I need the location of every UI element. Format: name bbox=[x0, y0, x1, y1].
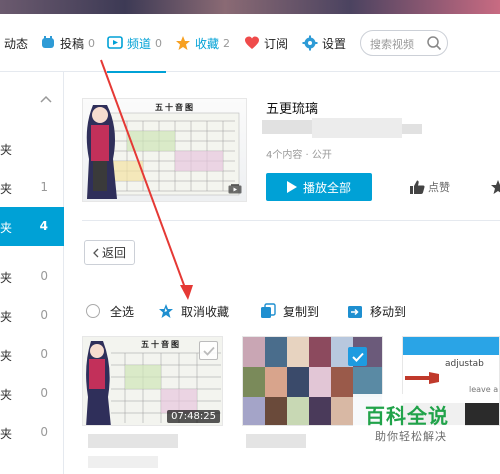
nav-dynamic[interactable]: 动态 bbox=[4, 14, 28, 72]
video-checkbox[interactable] bbox=[199, 341, 218, 360]
watermark: 百科全说 助你轻松解决 bbox=[353, 394, 465, 450]
redacted-area bbox=[312, 118, 402, 138]
star-icon bbox=[175, 35, 191, 51]
folder-item[interactable]: 夹 0 bbox=[0, 296, 64, 335]
channel-icon bbox=[107, 35, 123, 51]
video-checkbox-checked[interactable] bbox=[348, 347, 367, 366]
folder-item[interactable]: 夹 0 bbox=[0, 257, 64, 296]
folder-item-label: 夹 bbox=[0, 271, 13, 285]
nav-settings[interactable]: 设置 bbox=[302, 14, 346, 72]
folder-cover-title: 五十音图 bbox=[155, 103, 195, 112]
folder-item-selected[interactable]: 夹 4 bbox=[0, 207, 64, 246]
folder-item-count: 0 bbox=[40, 347, 48, 361]
redacted-area bbox=[88, 434, 178, 448]
folder-cover-art bbox=[86, 105, 240, 199]
play-icon bbox=[286, 181, 297, 193]
folder-item[interactable]: 夹 0 bbox=[0, 335, 64, 374]
select-all-option[interactable]: 全选 bbox=[86, 300, 134, 322]
folder-item-label: 夹 bbox=[0, 349, 13, 363]
folder-item-label: 夹 bbox=[0, 310, 13, 324]
heart-icon bbox=[244, 35, 260, 51]
select-all-label: 全选 bbox=[110, 304, 135, 319]
like-button[interactable]: 点赞 bbox=[410, 179, 450, 195]
redacted-area bbox=[402, 124, 422, 134]
nav-submissions-count: 0 bbox=[88, 36, 96, 50]
nav-favorites[interactable]: 收藏 2 bbox=[175, 14, 230, 72]
back-label: 返回 bbox=[101, 246, 126, 260]
folder-item-count: 1 bbox=[40, 180, 48, 194]
folder-item-label: 夹 bbox=[0, 427, 13, 441]
select-all-radio[interactable] bbox=[86, 304, 100, 318]
folder-title: 五更琉璃 bbox=[266, 102, 319, 117]
redacted-area bbox=[246, 434, 306, 448]
folder-item-count: 0 bbox=[40, 386, 48, 400]
back-button[interactable]: 返回 bbox=[84, 240, 135, 265]
folder-item[interactable]: 夹 0 bbox=[0, 374, 64, 413]
nav-settings-label: 设置 bbox=[322, 36, 347, 51]
folder-item[interactable]: 夹 bbox=[0, 129, 64, 168]
play-all-button[interactable]: 播放全部 bbox=[266, 173, 372, 201]
watermark-title: 百科全说 bbox=[365, 404, 449, 428]
folder-item-count: 0 bbox=[40, 425, 48, 439]
chevron-up-icon[interactable] bbox=[40, 92, 52, 106]
search-icon[interactable] bbox=[426, 35, 442, 54]
favorites-folder-list: 夹 夹 1 夹 4 夹 0 夹 0 夹 0 夹 0 夹 0 bbox=[0, 72, 64, 474]
folder-item-count: 4 bbox=[39, 219, 48, 233]
search-box[interactable]: 搜索视频 bbox=[360, 30, 448, 56]
space-nav: 动态 投稿 0 频道 0 收藏 2 订阅 设置 搜索视频 bbox=[0, 14, 500, 73]
video-cover-title: 五十音图 bbox=[141, 340, 181, 349]
nav-subscriptions[interactable]: 订阅 bbox=[244, 14, 288, 72]
folder-item-label: 夹 bbox=[0, 388, 13, 402]
folder-meta: 4个内容 · 公开 bbox=[266, 150, 332, 161]
folder-item[interactable]: 夹 1 bbox=[0, 168, 64, 207]
unfavorite-label: 取消收藏 bbox=[181, 304, 230, 319]
nav-subscriptions-label: 订阅 bbox=[264, 36, 289, 51]
nav-channels-label: 频道 bbox=[127, 36, 152, 51]
video-cover-subtitle: leave a bbox=[469, 385, 499, 394]
folder-cover[interactable]: 五十音图 bbox=[82, 98, 247, 202]
folder-item-label: 夹 bbox=[0, 143, 13, 157]
playlist-icon bbox=[228, 183, 242, 197]
redacted-area bbox=[262, 120, 312, 134]
submission-icon bbox=[40, 35, 56, 51]
video-card[interactable]: 五十音图 07:48:25 bbox=[82, 336, 223, 426]
unfavorite-button[interactable]: 取消收藏 bbox=[158, 300, 229, 322]
folder-item-count: 0 bbox=[40, 269, 48, 283]
wrench-icon bbox=[405, 371, 441, 388]
folder-item-label: 夹 bbox=[0, 182, 13, 196]
nav-favorites-label: 收藏 bbox=[195, 36, 220, 51]
video-cover-title: adjustab bbox=[445, 359, 484, 369]
copy-icon bbox=[260, 303, 276, 319]
redacted-area bbox=[88, 456, 158, 468]
search-input[interactable]: 搜索视频 bbox=[370, 36, 414, 52]
like-label: 点赞 bbox=[428, 181, 450, 194]
nav-submissions-label: 投稿 bbox=[60, 36, 85, 51]
section-divider bbox=[82, 220, 500, 221]
move-to-button[interactable]: 移动到 bbox=[347, 300, 406, 322]
star-remove-icon bbox=[158, 303, 174, 319]
nav-channels-count: 0 bbox=[155, 36, 163, 50]
nav-submissions[interactable]: 投稿 0 bbox=[40, 14, 95, 72]
chevron-left-icon bbox=[93, 248, 99, 258]
nav-favorites-count: 2 bbox=[223, 36, 231, 50]
folder-item-count: 0 bbox=[40, 308, 48, 322]
move-to-label: 移动到 bbox=[370, 304, 407, 319]
nav-dynamic-label: 动态 bbox=[4, 36, 29, 51]
move-icon bbox=[347, 303, 363, 319]
star-outline-icon[interactable] bbox=[490, 179, 500, 198]
folder-item[interactable]: 夹 0 bbox=[0, 413, 64, 452]
gear-icon bbox=[302, 35, 318, 51]
play-all-label: 播放全部 bbox=[302, 180, 351, 195]
nav-channels[interactable]: 频道 0 bbox=[107, 14, 167, 73]
watermark-subtitle: 助你轻松解决 bbox=[375, 430, 447, 443]
thumbs-up-icon bbox=[410, 180, 425, 194]
header-banner bbox=[0, 0, 500, 14]
folder-item-label: 夹 bbox=[0, 221, 13, 235]
video-duration: 07:48:25 bbox=[167, 410, 220, 423]
video-thumbnail-header bbox=[403, 337, 499, 355]
copy-to-label: 复制到 bbox=[283, 304, 320, 319]
copy-to-button[interactable]: 复制到 bbox=[260, 300, 319, 322]
